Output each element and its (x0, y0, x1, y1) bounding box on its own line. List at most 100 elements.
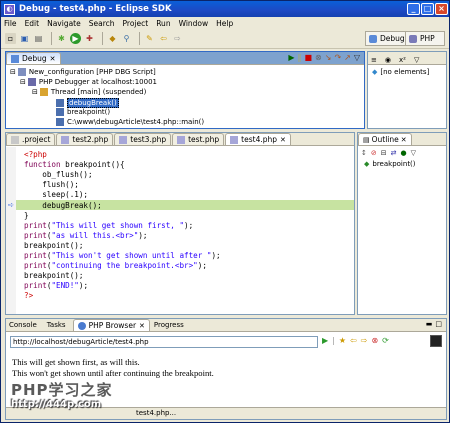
resume-icon[interactable]: ▶ (288, 53, 294, 62)
launch-icon (17, 68, 26, 76)
menu-project[interactable]: Project (123, 19, 149, 28)
variables-tab-icon[interactable]: ≡ (371, 56, 377, 64)
code-line-1[interactable]: <?php (24, 150, 47, 159)
perspective-debug[interactable]: Debug (365, 31, 409, 46)
code-line-12[interactable]: print("continuing the breakpoint.<br>"); (24, 261, 207, 270)
terminate-icon[interactable]: ■ (304, 53, 312, 62)
menu-file[interactable]: File (4, 19, 17, 28)
editor-tab-label: test2.php (72, 135, 109, 144)
editor-tab-test2[interactable]: test2.php (56, 133, 114, 145)
link-icon[interactable]: ⇄ (391, 149, 397, 157)
view-menu-icon[interactable]: ▽ (354, 53, 360, 62)
outline-item-label: breakpoint() (372, 160, 416, 168)
minimize-button[interactable]: _ (407, 3, 420, 15)
close-icon[interactable]: ✕ (280, 136, 286, 144)
print-icon[interactable]: ▤ (33, 33, 44, 44)
forward-icon[interactable]: ⇨ (172, 33, 183, 44)
code-line-4[interactable]: flush(); (24, 180, 79, 189)
back-icon[interactable]: ⇦ (158, 33, 169, 44)
code-line-8[interactable]: print("This will get shown first, "); (24, 221, 193, 230)
maximize-button[interactable]: □ (421, 3, 434, 15)
code-line-14[interactable]: print("END!"); (24, 281, 88, 290)
open-type-icon[interactable]: ◆ (107, 33, 118, 44)
search-icon[interactable]: ⚲ (121, 33, 132, 44)
annotation-icon[interactable]: ✎ (144, 33, 155, 44)
save-icon[interactable]: ▣ (19, 33, 30, 44)
sort-icon[interactable]: ↕ (361, 149, 367, 157)
debug-icon[interactable]: ✱ (56, 33, 67, 44)
debug-tab[interactable]: Debug ✕ (6, 52, 61, 64)
collapse-icon[interactable]: ⊟ (32, 88, 38, 96)
go-icon[interactable]: ▶ (322, 336, 328, 345)
collapse-icon[interactable]: ⊟ (10, 68, 16, 76)
tree-item-frame-breakpoint[interactable]: breakpoint() (56, 108, 110, 116)
file-icon (11, 135, 19, 144)
expressions-tab-icon[interactable]: x² (399, 56, 406, 64)
menu-window[interactable]: Window (179, 19, 209, 28)
tree-item-label: debugBreak() (67, 98, 119, 108)
tab-tasks[interactable]: Tasks (44, 319, 69, 331)
outline-item-breakpoint[interactable]: ◆ breakpoint() (364, 160, 416, 168)
close-icon[interactable]: ✕ (139, 322, 145, 330)
stop-icon[interactable]: ⊗ (371, 336, 378, 345)
close-icon[interactable]: ✕ (50, 55, 56, 63)
tree-item-debugger[interactable]: ⊟ PHP Debugger at localhost:10001 (20, 78, 157, 86)
tree-item-frame-main[interactable]: C:\www\debugArticle\test4.php::main() (56, 118, 204, 126)
code-line-15[interactable]: ?> (24, 291, 33, 300)
tab-console[interactable]: Console (6, 319, 40, 331)
menu-search[interactable]: Search (89, 19, 115, 28)
menu-edit[interactable]: Edit (25, 19, 40, 28)
editor-tab-test3[interactable]: test3.php (114, 133, 172, 145)
code-line-6[interactable]: debugBreak(); (24, 201, 101, 210)
collapse-all-icon[interactable]: ⊟ (381, 149, 387, 157)
minimize-view-icon[interactable]: ▬ (426, 320, 433, 328)
tree-item-thread[interactable]: ⊟ Thread [main] (suspended) (32, 88, 146, 96)
close-button[interactable]: × (435, 3, 448, 15)
external-tools-icon[interactable]: ✚ (84, 33, 95, 44)
no-elements-label: [no elements] (380, 68, 430, 76)
tree-item-label: C:\www\debugArticle\test4.php::main() (67, 118, 205, 126)
tree-item-configuration[interactable]: ⊟ New_configuration [PHP DBG Script] (10, 68, 156, 76)
view-menu-icon[interactable]: ▽ (411, 149, 416, 157)
close-icon[interactable]: ✕ (401, 136, 407, 144)
breakpoints-tab-icon[interactable]: ◉ (385, 56, 391, 64)
menu-run[interactable]: Run (156, 19, 170, 28)
tab-php-browser[interactable]: PHP Browser ✕ (72, 319, 150, 331)
step-return-icon[interactable]: ↗ (344, 53, 351, 62)
editor-tab-test[interactable]: test.php (172, 133, 225, 145)
suspend-icon[interactable]: ‖ (297, 53, 301, 62)
step-into-icon[interactable]: ↘ (325, 53, 332, 62)
code-line-2[interactable]: function breakpoint(){ (24, 160, 125, 169)
refresh-icon[interactable]: ⟳ (382, 336, 389, 345)
code-line-13[interactable]: breakpoint(); (24, 271, 83, 280)
url-field[interactable]: http://localhost/debugArticle/test4.php (10, 336, 318, 348)
editor-tab-project[interactable]: .project (6, 133, 56, 145)
back-icon[interactable]: ⇦ (350, 336, 357, 345)
show-fields-icon[interactable]: ● (401, 149, 407, 157)
favorites-icon[interactable]: ★ (339, 336, 346, 345)
code-line-11[interactable]: print("This won't get shown until after … (24, 251, 221, 260)
code-line-7[interactable]: } (24, 211, 29, 220)
editor-tab-test4[interactable]: test4.php ✕ (225, 133, 291, 145)
filter-icon[interactable]: ⊘ (371, 149, 377, 157)
maximize-view-icon[interactable]: □ (435, 320, 442, 328)
forward-icon[interactable]: ⇨ (361, 336, 368, 345)
watermark-title: PHP学习之家 (11, 381, 113, 399)
menu-navigate[interactable]: Navigate (47, 19, 81, 28)
tree-item-frame-debugbreak[interactable]: debugBreak() (56, 98, 119, 108)
step-over-icon[interactable]: ↷ (334, 53, 341, 62)
view-menu-icon[interactable]: ▽ (414, 56, 419, 64)
code-line-5[interactable]: sleep(.1); (24, 190, 88, 199)
code-line-9[interactable]: print("as will this.<br>"); (24, 231, 147, 240)
menu-help[interactable]: Help (216, 19, 233, 28)
disconnect-icon[interactable]: ⊗ (315, 53, 322, 62)
run-icon[interactable]: ▶ (70, 33, 81, 44)
new-icon[interactable]: ▫ (5, 33, 16, 44)
perspective-php[interactable]: PHP (405, 31, 445, 46)
tab-progress[interactable]: Progress (151, 319, 187, 331)
debug-tab-label: Debug (22, 54, 47, 63)
code-line-3[interactable]: ob_flush(); (24, 170, 92, 179)
outline-tab[interactable]: ▤ Outline ✕ (358, 133, 412, 145)
code-line-10[interactable]: breakpoint(); (24, 241, 83, 250)
collapse-icon[interactable]: ⊟ (20, 78, 26, 86)
